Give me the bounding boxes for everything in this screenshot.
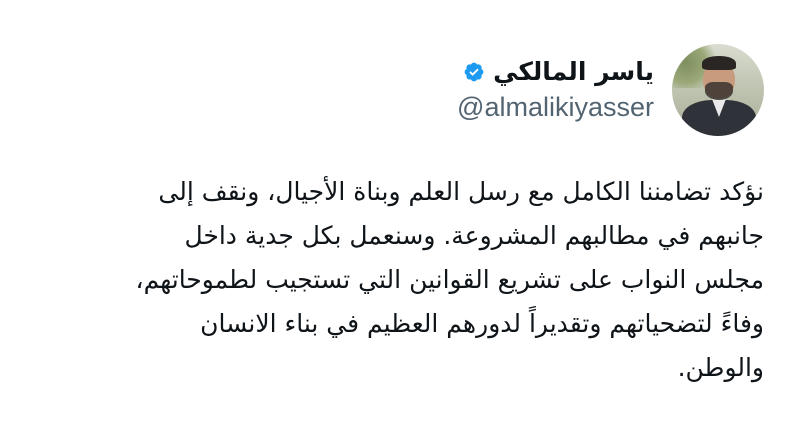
tweet-text-line: جانبهم في مطالبهم المشروعة. وسنعمل بكل ج… bbox=[184, 221, 764, 250]
tweet-text: نؤكد تضامننا الكامل مع رسل العلم وبناة ا… bbox=[44, 170, 765, 390]
tweet-text-line: مجلس النواب على تشريع القوانين التي تستج… bbox=[135, 265, 765, 294]
tweet-text-line: وفاءً لتضحياتهم وتقديراً لدورهم العظيم ف… bbox=[200, 309, 764, 338]
display-name[interactable]: ياسر المالكي bbox=[493, 57, 654, 87]
tweet-card: ياسر المالكي @almalikiyasser نؤكد تضامنن… bbox=[0, 0, 800, 437]
tweet-text-line: نؤكد تضامننا الكامل مع رسل العلم وبناة ا… bbox=[158, 177, 764, 206]
tweet-header: ياسر المالكي @almalikiyasser bbox=[457, 44, 764, 136]
avatar-beard bbox=[705, 82, 733, 100]
avatar-hair bbox=[702, 56, 736, 70]
avatar[interactable] bbox=[672, 44, 764, 136]
verified-badge-icon bbox=[464, 62, 484, 82]
user-names: ياسر المالكي @almalikiyasser bbox=[457, 57, 654, 123]
user-handle[interactable]: @almalikiyasser bbox=[457, 91, 654, 123]
tweet-text-line: والوطن. bbox=[677, 353, 764, 382]
display-name-row: ياسر المالكي bbox=[463, 57, 654, 87]
